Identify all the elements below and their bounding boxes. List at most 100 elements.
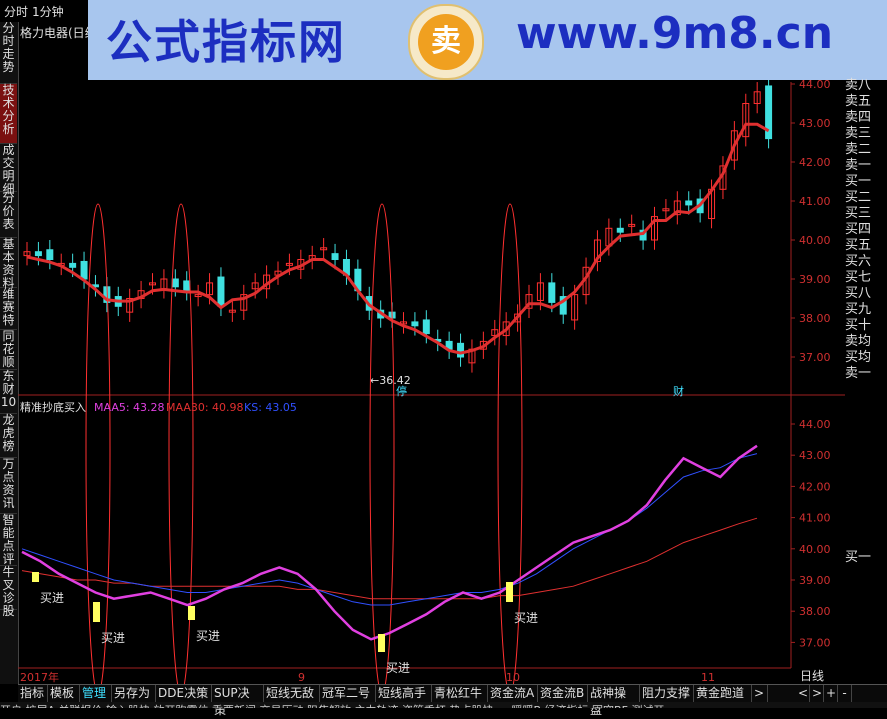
banner-url: www.9m8.cn xyxy=(516,8,834,59)
buy-bar xyxy=(506,582,513,602)
main-tick-label: 37.00 xyxy=(799,351,831,364)
order-book-row: 买二 xyxy=(845,190,872,205)
buy-bar xyxy=(188,606,195,620)
sidebar-item-2[interactable]: 成交明细 xyxy=(0,144,17,196)
date-label: 2017年 xyxy=(20,670,59,684)
maa30-readout: MAA30: 40.98 xyxy=(166,401,244,414)
indicator-tabs: 指标 模板 管理 另存为 DDE决策 SUP决策 短线无敌 冠军二号 短线高手 青松红牛 资金流A 资… xyxy=(18,684,887,717)
indicator-tab-10[interactable]: 资金流A xyxy=(488,685,538,702)
banner-logo: 卖 xyxy=(408,4,484,80)
suspend-marker: 停 xyxy=(396,384,407,398)
indicator-tab-8[interactable]: 短线高手 xyxy=(376,685,432,702)
sub-tick-label: 39.00 xyxy=(799,574,831,587)
order-book-row: 买四 xyxy=(845,222,872,237)
indicator-tab-3[interactable]: 另存为 xyxy=(112,685,156,702)
nav-button-2[interactable]: + xyxy=(824,685,838,702)
buy-label: 买进 xyxy=(40,591,64,605)
sidebar-item-0[interactable]: 分时走势 xyxy=(0,22,17,84)
nav-button-0[interactable]: < xyxy=(796,685,810,702)
sidebar-item-5[interactable]: 维赛特 xyxy=(0,288,17,330)
order-book: 卖八 卖五 卖四 卖三 卖二 卖一 买一 买二 买三 买四 买五 买六 买七 买八 买九 买十 卖均 买均 卖一 买一 xyxy=(845,78,887,565)
date-label: 10 xyxy=(506,671,520,684)
candle-body xyxy=(46,249,54,260)
order-book-row: 买十 xyxy=(845,318,872,333)
buy-bar xyxy=(93,602,100,622)
candle-body xyxy=(411,321,419,327)
candle-body xyxy=(685,200,693,206)
sidebar-item-7[interactable]: 东财10 xyxy=(0,370,17,414)
candle-body xyxy=(171,278,179,288)
indicator-tab-13[interactable]: 阻力支撑 xyxy=(640,685,694,702)
sidebar-item-3[interactable]: 分价表 xyxy=(0,192,17,238)
date-label: 9 xyxy=(298,671,305,684)
sidebar-item-8[interactable]: 龙虎榜 xyxy=(0,414,17,458)
timeshare-tab[interactable]: 分时 xyxy=(4,3,28,20)
buy-bar xyxy=(32,572,39,582)
sidebar-item-9[interactable]: 万点资讯 xyxy=(0,458,17,514)
indicator-tab-6[interactable]: 短线无敌 xyxy=(264,685,320,702)
order-book-row: 买六 xyxy=(845,254,872,269)
indicator-tab-9[interactable]: 青松红牛 xyxy=(432,685,488,702)
order-book-row: 卖一 xyxy=(845,366,872,381)
sidebar-item-6[interactable]: 同花顺 xyxy=(0,330,17,370)
watermark-banner: 公式指标网 卖 www.9m8.cn xyxy=(88,0,887,80)
ks-line xyxy=(21,453,758,606)
indicator-tab-0[interactable]: 指标 xyxy=(18,685,48,702)
sub-tick-label: 41.00 xyxy=(799,512,831,525)
order-book-row: 买一 xyxy=(845,174,872,189)
candle-body xyxy=(217,276,225,307)
sidebar-item-10[interactable]: 智能点评 xyxy=(0,514,17,566)
order-book-row: 买五 xyxy=(845,238,872,253)
order-book-row: 买八 xyxy=(845,286,872,301)
indicator-tab-12[interactable]: 战神操盘 xyxy=(588,685,640,717)
indicator-tab-4[interactable]: DDE决策 xyxy=(156,685,212,702)
main-tick-label: 39.00 xyxy=(799,273,831,286)
buy-label: 买进 xyxy=(514,611,538,625)
order-book-row: 卖三 xyxy=(845,126,872,141)
sub-tick-label: 43.00 xyxy=(799,449,831,462)
indicator-tab-7[interactable]: 冠军二号 xyxy=(320,685,376,702)
candle-body xyxy=(331,253,339,260)
order-book-row: 买七 xyxy=(845,270,872,285)
candle-body xyxy=(422,319,430,335)
main-tick-label: 43.00 xyxy=(799,117,831,130)
minute1-tab[interactable]: 1分钟 xyxy=(32,3,64,20)
maa5-line xyxy=(21,444,758,641)
sub-tick-label: 42.00 xyxy=(799,480,831,493)
order-book-row: 买均 xyxy=(845,350,872,365)
indicator-tab-5[interactable]: SUP决策 xyxy=(212,685,264,717)
banner-title: 公式指标网 xyxy=(106,15,346,69)
sidebar-item-4[interactable]: 基本资料 xyxy=(0,238,17,290)
buy-label: 买进 xyxy=(196,629,220,643)
nav-button-1[interactable]: > xyxy=(810,685,824,702)
maa5-readout: MAA5: 43.28 xyxy=(94,401,165,414)
order-book-row: 买三 xyxy=(845,206,872,221)
order-book-row: 卖八 xyxy=(845,78,872,93)
candle-body xyxy=(80,260,88,280)
indicator-tab-2[interactable]: 管理 xyxy=(80,685,112,702)
logo-icon: 卖 xyxy=(418,14,474,70)
order-book-row: 卖四 xyxy=(845,110,872,125)
sub-tick-label: 40.00 xyxy=(799,543,831,556)
candle-body xyxy=(548,282,556,303)
sidebar-item-1[interactable]: 技术分析 xyxy=(0,84,17,144)
indicator-tab-14[interactable]: 黄金跑道 xyxy=(694,685,752,702)
maa30-line xyxy=(21,517,758,600)
indicator-tab-11[interactable]: 资金流B xyxy=(538,685,588,702)
date-label: 11 xyxy=(701,671,715,684)
indicator-tab-1[interactable]: 模板 xyxy=(48,685,80,702)
sidebar-item-11[interactable]: 牛叉诊股 xyxy=(0,566,17,618)
order-book-row: 卖一 xyxy=(845,158,872,173)
order-book-row: 买九 xyxy=(845,302,872,317)
period-label[interactable]: 日线 xyxy=(800,667,824,684)
candle-body xyxy=(183,280,191,292)
nav-button-3[interactable]: - xyxy=(838,685,852,702)
buy-label: 买进 xyxy=(386,661,410,675)
buy-bar xyxy=(378,634,385,652)
buy-label: 买进 xyxy=(101,631,125,645)
candle-body xyxy=(457,342,465,358)
indicator-name: 精准抄底买入 xyxy=(20,400,86,414)
kline-chart[interactable]: 44.00 43.00 42.00 41.00 40.00 39.00 38.00 37.00… xyxy=(18,22,845,684)
candle-body xyxy=(616,227,624,233)
indicator-tab-15[interactable]: > xyxy=(752,685,768,702)
